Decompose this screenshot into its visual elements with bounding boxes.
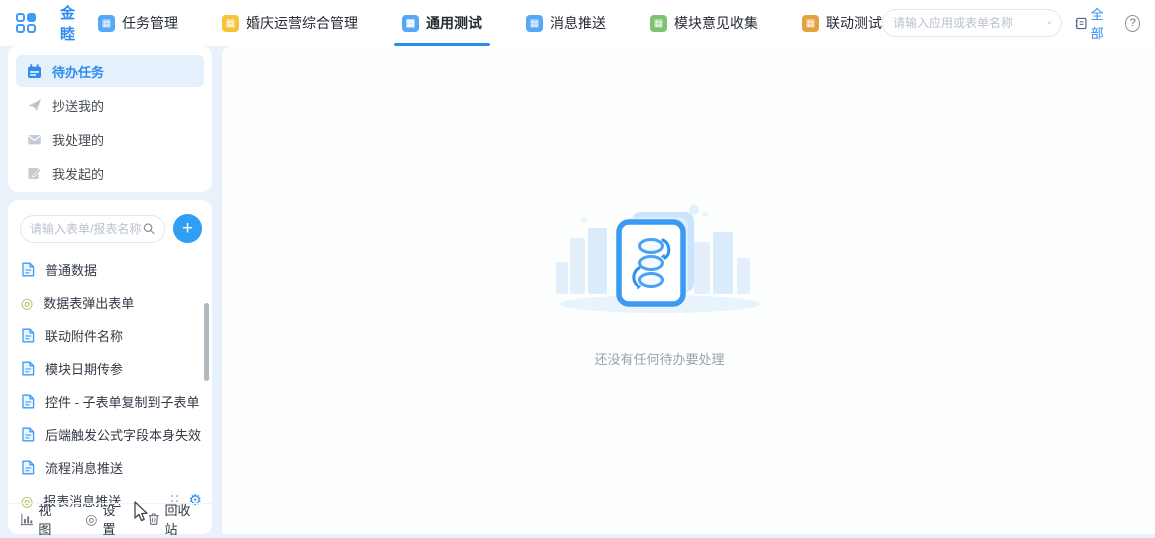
chart-icon: [21, 513, 33, 526]
address-book-icon: [1075, 16, 1088, 31]
form-item-backend-formula[interactable]: 后端触发公式字段本身失效: [8, 418, 212, 451]
form-label: 普通数据: [45, 260, 97, 279]
footer-label: 设置: [103, 500, 124, 538]
form-search[interactable]: [20, 215, 165, 243]
sidebar-item-cc-to-me[interactable]: 抄送我的: [16, 89, 204, 121]
search-icon: [143, 222, 155, 235]
footer-recycle-bin-button[interactable]: 回收站: [148, 500, 199, 538]
app-icon: ▦: [802, 15, 819, 32]
form-item-linked-attachment[interactable]: 联动附件名称: [8, 319, 212, 352]
top-navbar: 金睦 ▦ 任务管理 ▦ 婚庆运营综合管理 ▦ 通用测试 ▦ 消息推送 ▦ 模块意…: [0, 0, 1155, 46]
footer-views-button[interactable]: 视图: [21, 500, 61, 538]
form-icon: [21, 427, 35, 442]
form-label: 后端触发公式字段本身失效: [45, 425, 201, 444]
app-icon: ▦: [650, 15, 667, 32]
tab-label: 通用测试: [426, 13, 482, 33]
form-icon: [21, 262, 35, 277]
form-label: 数据表弹出表单: [43, 293, 134, 312]
tab-task-management[interactable]: ▦ 任务管理: [98, 0, 178, 46]
tab-message-push[interactable]: ▦ 消息推送: [526, 0, 606, 46]
target-icon: ◎: [85, 512, 97, 526]
apps-grid-icon[interactable]: [16, 13, 36, 33]
forms-list: 普通数据 ◎ 数据表弹出表单 联动附件名称 模块日期传参: [8, 251, 212, 517]
scrollbar-thumb[interactable]: [204, 303, 209, 381]
tab-label: 消息推送: [550, 13, 606, 33]
form-icon: [21, 361, 35, 376]
form-label: 模块日期传参: [45, 359, 123, 378]
calendar-icon: [27, 64, 42, 79]
app-icon: ▦: [526, 15, 543, 32]
app-tabs: ▦ 任务管理 ▦ 婚庆运营综合管理 ▦ 通用测试 ▦ 消息推送 ▦ 模块意见收集…: [98, 0, 882, 46]
empty-state-text: 还没有任何待办要处理: [544, 349, 776, 368]
sidebar-item-label: 抄送我的: [52, 96, 104, 115]
sidebar-item-handled-by-me[interactable]: 我处理的: [16, 123, 204, 155]
sidebar-item-todo-tasks[interactable]: 待办任务: [16, 55, 204, 87]
search-icon: [1048, 16, 1051, 30]
tab-wedding-ops[interactable]: ▦ 婚庆运营综合管理: [222, 0, 358, 46]
app-icon: ▦: [98, 15, 115, 32]
add-form-button[interactable]: +: [173, 214, 202, 243]
form-item-module-date-param[interactable]: 模块日期传参: [8, 352, 212, 385]
form-icon: [21, 460, 35, 475]
global-search[interactable]: [882, 9, 1062, 37]
sidebar-item-initiated-by-me[interactable]: 我发起的: [16, 157, 204, 189]
form-item-flow-message-push[interactable]: 流程消息推送: [8, 451, 212, 484]
form-item-plain-data[interactable]: 普通数据: [8, 253, 212, 286]
app-icon: ▦: [402, 15, 419, 32]
help-button[interactable]: ?: [1125, 15, 1140, 32]
sidebar-item-label: 我发起的: [52, 164, 104, 183]
global-search-input[interactable]: [893, 16, 1048, 30]
tab-label: 婚庆运营综合管理: [246, 13, 358, 33]
form-icon: [21, 328, 35, 343]
sidebar-item-label: 我处理的: [52, 130, 104, 149]
brand-name[interactable]: 金睦: [60, 2, 76, 44]
app-icon: ▦: [222, 15, 239, 32]
form-icon: [21, 394, 35, 409]
form-label: 流程消息推送: [45, 458, 123, 477]
footer-label: 视图: [38, 500, 61, 538]
tab-label: 模块意见收集: [674, 13, 758, 33]
form-label: 控件 - 子表单复制到子表单: [45, 392, 200, 411]
form-item-subform-copy[interactable]: 控件 - 子表单复制到子表单: [8, 385, 212, 418]
sidebar-item-label: 待办任务: [52, 62, 104, 81]
form-search-input[interactable]: [30, 222, 143, 236]
forms-panel: + 普通数据 ◎ 数据表弹出表单 联动附件名称: [8, 200, 212, 534]
form-search-row: +: [8, 200, 212, 251]
footer-settings-button[interactable]: ◎ 设置: [85, 500, 124, 538]
form-label: 联动附件名称: [45, 326, 123, 345]
report-icon: ◎: [21, 296, 33, 310]
mail-icon: [27, 132, 42, 147]
footer-label: 回收站: [164, 500, 199, 538]
form-item-datatable-popup[interactable]: ◎ 数据表弹出表单: [8, 286, 212, 319]
tab-label: 联动测试: [826, 13, 882, 33]
scope-selector[interactable]: 全部: [1075, 4, 1112, 42]
scope-label: 全部: [1091, 4, 1113, 42]
tab-general-test[interactable]: ▦ 通用测试: [402, 0, 482, 46]
task-menu-panel: 待办任务 抄送我的 我处理的 我发起的: [8, 46, 212, 192]
empty-state: 还没有任何待办要处理: [544, 198, 776, 368]
empty-illustration: [544, 198, 776, 324]
sidebar-footer: 视图 ◎ 设置 回收站: [8, 503, 212, 534]
edit-icon: [27, 166, 42, 181]
topbar-right-cluster: 全部 ?: [882, 4, 1155, 42]
tab-label: 任务管理: [122, 13, 178, 33]
tab-linkage-test[interactable]: ▦ 联动测试: [802, 0, 882, 46]
trash-icon: [148, 512, 160, 526]
main-content: 还没有任何待办要处理: [222, 46, 1155, 534]
tab-module-feedback[interactable]: ▦ 模块意见收集: [650, 0, 758, 46]
send-icon: [27, 98, 42, 113]
